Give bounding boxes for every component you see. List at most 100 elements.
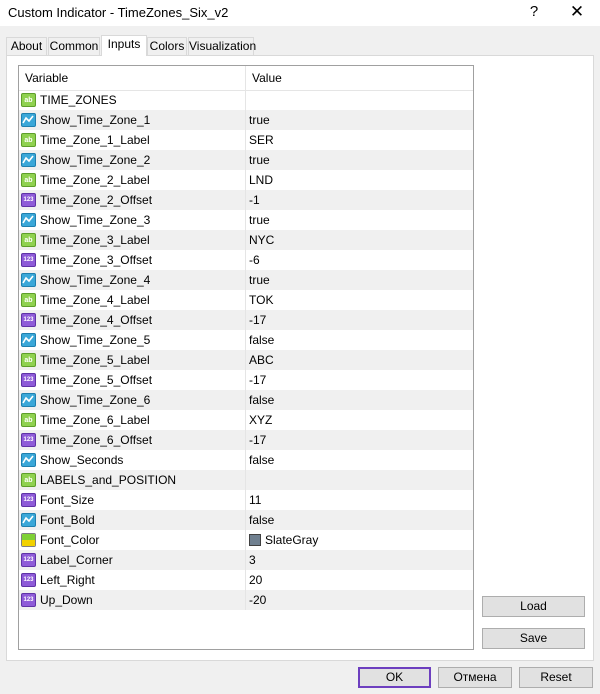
number-type-icon: 123 [21,573,36,587]
column-divider [245,470,246,490]
column-divider [245,510,246,530]
inputs-grid[interactable]: Variable Value ab TIME_ZONES Show_Time_Zon… [18,65,474,650]
column-divider [245,110,246,130]
variable-name: Time_Zone_5_Label [40,353,150,367]
column-divider [245,350,246,370]
wave-glyph [22,215,34,224]
column-divider [245,250,246,270]
variable-name: TIME_ZONES [40,93,117,107]
help-icon[interactable]: ? [514,0,554,26]
grid-row[interactable]: Show_Time_Zone_6 false [19,390,473,410]
grid-row[interactable]: 123 Time_Zone_4_Offset -17 [19,310,473,330]
variable-value[interactable]: -1 [249,190,260,210]
tab-visualization[interactable]: Visualization [188,37,256,55]
tab-common[interactable]: Common [48,37,100,55]
variable-name: Time_Zone_3_Offset [40,253,153,267]
grid-row[interactable]: 123 Time_Zone_5_Offset -17 [19,370,473,390]
grid-row[interactable]: Show_Time_Zone_2 true [19,150,473,170]
grid-row[interactable]: Font_Bold false [19,510,473,530]
variable-value[interactable]: 11 [249,490,261,510]
column-header-value[interactable]: Value [246,66,282,90]
grid-row[interactable]: ab LABELS_and_POSITION [19,470,473,490]
wave-glyph [22,155,34,164]
grid-row[interactable]: Show_Time_Zone_4 true [19,270,473,290]
grid-row[interactable]: 123 Left_Right 20 [19,570,473,590]
variable-value[interactable]: -17 [249,370,266,390]
wave-glyph [22,335,34,344]
grid-row[interactable]: ab TIME_ZONES [19,90,473,110]
variable-value[interactable]: -20 [249,590,266,610]
variable-name: Show_Time_Zone_4 [40,273,151,287]
variable-value[interactable]: true [249,270,270,290]
variable-value[interactable]: 20 [249,570,262,590]
variable-value[interactable]: 3 [249,550,256,570]
save-button[interactable]: Save [482,628,585,649]
variable-name: Font_Size [40,493,95,507]
grid-row[interactable]: 123 Label_Corner 3 [19,550,473,570]
column-header-variable[interactable]: Variable [19,66,68,90]
reset-button[interactable]: Reset [519,667,593,688]
load-button[interactable]: Load [482,596,585,617]
column-divider [245,130,246,150]
variable-value[interactable]: -17 [249,430,266,450]
grid-row[interactable]: ab Time_Zone_1_Label SER [19,130,473,150]
boolean-type-icon [21,153,36,167]
tab-about[interactable]: About [6,37,47,55]
column-divider [245,570,246,590]
variable-value[interactable]: ABC [249,350,274,370]
grid-row[interactable]: 123 Up_Down -20 [19,590,473,610]
grid-row[interactable]: ab Time_Zone_3_Label NYC [19,230,473,250]
grid-row[interactable]: 123 Font_Size 11 [19,490,473,510]
variable-value[interactable]: false [249,510,274,530]
variable-value[interactable]: true [249,110,270,130]
grid-row[interactable]: 123 Time_Zone_3_Offset -6 [19,250,473,270]
variable-name: Time_Zone_4_Label [40,293,150,307]
grid-row[interactable]: 123 Time_Zone_6_Offset -17 [19,430,473,450]
variable-name: Time_Zone_3_Label [40,233,150,247]
number-type-icon: 123 [21,193,36,207]
variable-value[interactable]: false [249,450,274,470]
wave-glyph [22,115,34,124]
column-divider [245,430,246,450]
variable-value[interactable]: XYZ [249,410,272,430]
ok-button[interactable]: OK [358,667,431,688]
number-type-icon: 123 [21,373,36,387]
grid-row[interactable]: ab Time_Zone_4_Label TOK [19,290,473,310]
grid-row[interactable]: Show_Time_Zone_5 false [19,330,473,350]
grid-row[interactable]: 123 Time_Zone_2_Offset -1 [19,190,473,210]
grid-row[interactable]: ab Time_Zone_2_Label LND [19,170,473,190]
column-divider [245,210,246,230]
grid-row[interactable]: ab Time_Zone_5_Label ABC [19,350,473,370]
variable-name: Left_Right [40,573,95,587]
column-divider [245,590,246,610]
variable-value[interactable]: NYC [249,230,274,250]
color-swatch[interactable] [249,534,261,546]
variable-value[interactable]: -6 [249,250,260,270]
variable-value[interactable]: -17 [249,310,266,330]
cancel-button[interactable]: Отмена [438,667,512,688]
text-type-icon: ab [21,173,36,187]
variable-value[interactable]: true [249,150,270,170]
grid-row[interactable]: Show_Time_Zone_3 true [19,210,473,230]
variable-value[interactable]: SER [249,130,274,150]
variable-value[interactable]: false [249,390,274,410]
grid-row[interactable]: ab Time_Zone_6_Label XYZ [19,410,473,430]
variable-value[interactable]: true [249,210,270,230]
variable-value[interactable]: LND [249,170,273,190]
boolean-type-icon [21,513,36,527]
grid-row[interactable]: Show_Seconds false [19,450,473,470]
number-type-icon: 123 [21,553,36,567]
column-divider [245,450,246,470]
grid-row[interactable]: Font_Color SlateGray [19,530,473,550]
variable-value[interactable]: SlateGray [265,530,318,550]
variable-value[interactable]: false [249,330,274,350]
tab-inputs[interactable]: Inputs [101,35,147,56]
column-divider [245,530,246,550]
window-title: Custom Indicator - TimeZones_Six_v2 [8,5,229,20]
variable-value[interactable]: TOK [249,290,273,310]
tab-colors[interactable]: Colors [147,37,187,55]
close-icon[interactable]: ✕ [557,0,597,26]
boolean-type-icon [21,113,36,127]
column-divider [245,490,246,510]
grid-row[interactable]: Show_Time_Zone_1 true [19,110,473,130]
